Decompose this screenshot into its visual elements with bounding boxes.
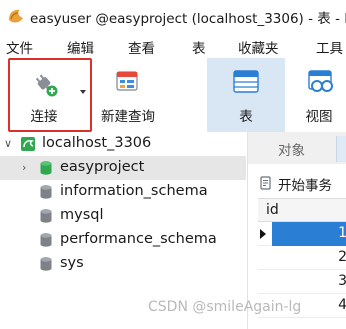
transaction-icon: [260, 176, 271, 190]
connect-label: 连接: [30, 109, 58, 125]
connect-dropdown-arrow-icon[interactable]: [80, 90, 86, 94]
cell-id[interactable]: 3: [272, 270, 346, 294]
new-query-icon: [116, 71, 138, 91]
cell-id[interactable]: 1: [272, 222, 346, 246]
menu-table[interactable]: 表: [192, 37, 206, 57]
tab-objects[interactable]: 对象: [248, 132, 346, 164]
new-query-label: 新建查询: [101, 109, 155, 125]
grid-header: id: [258, 198, 346, 222]
tab-objects-label: 对象: [278, 143, 305, 159]
table-label: 表: [239, 109, 253, 125]
menu-file[interactable]: 文件: [6, 37, 33, 57]
table-row[interactable]: 3: [258, 270, 346, 294]
tree-item-database[interactable]: › easyproject: [0, 156, 246, 180]
plug-icon: [35, 74, 58, 97]
table-row[interactable]: 1: [258, 222, 346, 246]
table-row[interactable]: 2: [258, 246, 346, 270]
database-name: performance_schema: [60, 231, 217, 247]
chevron-down-icon[interactable]: ∨: [4, 137, 12, 150]
table-icon: [233, 70, 259, 93]
database-icon: [40, 185, 52, 199]
database-name: information_schema: [60, 183, 208, 199]
menu-edit[interactable]: 编辑: [67, 37, 94, 57]
connect-button[interactable]: 连接: [8, 58, 92, 132]
database-name: mysql: [60, 207, 104, 223]
connection-name: localhost_3306: [42, 135, 152, 151]
begin-transaction-label: 开始事务: [278, 178, 332, 194]
database-icon: [40, 233, 52, 247]
database-icon: [40, 257, 52, 271]
cell-value: 3: [338, 273, 346, 289]
row-marker: [258, 222, 272, 246]
watermark: CSDN @smileAgain-lg: [148, 299, 302, 315]
current-row-arrow-icon: [260, 229, 266, 239]
new-query-button[interactable]: 新建查询: [96, 58, 160, 132]
tree-item-database[interactable]: performance_schema: [0, 228, 246, 252]
view-button[interactable]: 视图: [292, 58, 346, 132]
menu-favorites[interactable]: 收藏夹: [238, 37, 279, 57]
navicat-app-icon: [9, 9, 23, 23]
tab-table-edge[interactable]: [336, 136, 346, 162]
table-button[interactable]: 表: [207, 58, 285, 132]
row-marker: [258, 270, 272, 294]
title-bar: easyuser @easyproject (localhost_3306) -…: [0, 0, 346, 32]
toolbar: 连接 新建查询 表 视图: [0, 58, 346, 132]
window-title: easyuser @easyproject (localhost_3306) -…: [30, 11, 346, 27]
menu-tools[interactable]: 工具: [316, 37, 343, 57]
cell-value: 4: [338, 297, 346, 313]
tree-item-connection[interactable]: ∨ localhost_3306: [0, 132, 246, 156]
cell-value: 1: [338, 225, 346, 241]
database-name: sys: [60, 255, 84, 271]
begin-transaction-button[interactable]: 开始事务: [248, 170, 346, 194]
row-marker: [258, 246, 272, 270]
tree-item-database[interactable]: mysql: [0, 204, 246, 228]
menu-view[interactable]: 查看: [128, 37, 155, 57]
database-open-icon: [40, 161, 52, 175]
database-name: easyproject: [60, 159, 145, 175]
menu-bar: 文件 编辑 查看 表 收藏夹 工具: [0, 32, 346, 58]
chevron-right-icon[interactable]: ›: [22, 161, 26, 174]
view-label: 视图: [305, 109, 333, 125]
database-icon: [40, 209, 52, 223]
tree-item-database[interactable]: sys: [0, 252, 246, 276]
cell-id[interactable]: 2: [272, 246, 346, 270]
view-icon: [308, 70, 333, 92]
column-header-id[interactable]: id: [266, 202, 279, 218]
cell-value: 2: [338, 249, 346, 265]
tree-item-database[interactable]: information_schema: [0, 180, 246, 204]
mysql-connection-icon: [21, 137, 35, 151]
